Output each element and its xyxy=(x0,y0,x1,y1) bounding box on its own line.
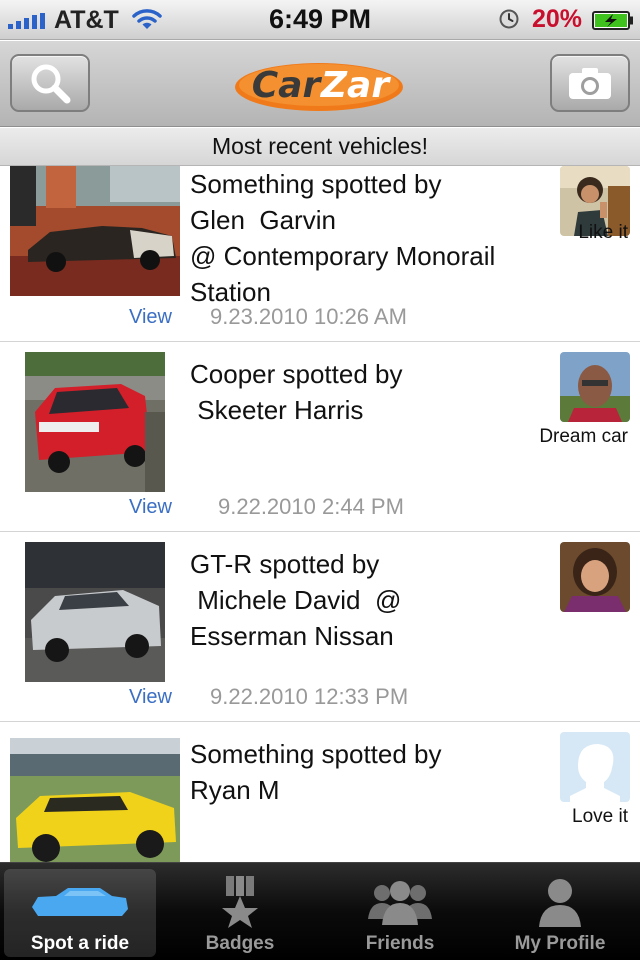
carzar-logo: Car Zar xyxy=(235,63,403,111)
search-button[interactable] xyxy=(10,54,90,112)
item-timestamp: 9.22.2010 2:44 PM xyxy=(218,494,404,519)
vehicle-photo[interactable] xyxy=(10,166,180,296)
nav-bar: Car Zar xyxy=(0,41,640,127)
friends-icon xyxy=(368,881,432,925)
user-avatar[interactable] xyxy=(560,542,630,612)
tab-my-profile[interactable]: My Profile xyxy=(484,869,636,957)
user-avatar[interactable] xyxy=(560,352,630,422)
logo-text-car: Car xyxy=(252,65,323,106)
feed-item[interactable]: GT-R spotted by Michele David @ Esserman… xyxy=(0,532,640,722)
tab-friends[interactable]: Friends xyxy=(324,869,476,957)
tab-bar: Spot a ride Badges Friends My Profile xyxy=(0,862,640,960)
car-icon xyxy=(32,888,128,916)
reaction-label: Like it xyxy=(578,222,628,243)
tab-badges[interactable]: Badges xyxy=(164,869,316,957)
vehicle-photo[interactable] xyxy=(10,738,180,862)
tab-label: Badges xyxy=(205,933,275,954)
item-description: Something spotted by Ryan M xyxy=(190,739,442,805)
item-description: Something spotted by Glen Garvin @ Conte… xyxy=(190,169,496,307)
reaction-label: Love it xyxy=(572,806,628,827)
tab-label: Friends xyxy=(365,933,435,954)
battery-percent: 20% xyxy=(532,5,583,33)
item-timestamp: 9.22.2010 12:33 PM xyxy=(210,684,409,709)
feed-item[interactable]: Something spotted by Glen Garvin @ Conte… xyxy=(0,166,640,342)
tab-label: My Profile xyxy=(514,933,606,954)
item-description: Cooper spotted by Skeeter Harris xyxy=(190,359,403,425)
vehicle-photo[interactable] xyxy=(25,542,165,682)
badge-icon xyxy=(222,876,258,928)
section-banner: Most recent vehicles! xyxy=(0,128,640,166)
view-link[interactable]: View xyxy=(129,306,172,329)
view-link[interactable]: View xyxy=(129,686,172,709)
item-description: GT-R spotted by Michele David @ Esserman… xyxy=(190,549,402,651)
feed-item[interactable]: Cooper spotted by Skeeter Harris View 9.… xyxy=(0,342,640,532)
view-link[interactable]: View xyxy=(129,496,172,519)
item-timestamp: 9.23.2010 10:26 AM xyxy=(210,304,407,329)
user-avatar[interactable] xyxy=(560,732,630,802)
camera-icon xyxy=(569,68,611,99)
reaction-label: Dream car xyxy=(539,426,628,447)
profile-icon xyxy=(539,879,581,927)
logo-text-zar: Zar xyxy=(320,65,391,106)
vehicle-photo[interactable] xyxy=(25,352,165,492)
tab-label: Spot a ride xyxy=(30,933,130,954)
tab-spot-a-ride[interactable]: Spot a ride xyxy=(4,869,156,957)
camera-button[interactable] xyxy=(550,54,630,112)
alarm-clock-icon xyxy=(499,9,519,29)
search-icon xyxy=(31,64,71,104)
feed-item[interactable]: Something spotted by Ryan M Love it xyxy=(0,722,640,862)
status-bar: AT&T 6:49 PM 20% xyxy=(0,0,640,40)
vehicle-feed[interactable]: Something spotted by Glen Garvin @ Conte… xyxy=(0,166,640,862)
battery-charging-icon xyxy=(592,11,633,30)
